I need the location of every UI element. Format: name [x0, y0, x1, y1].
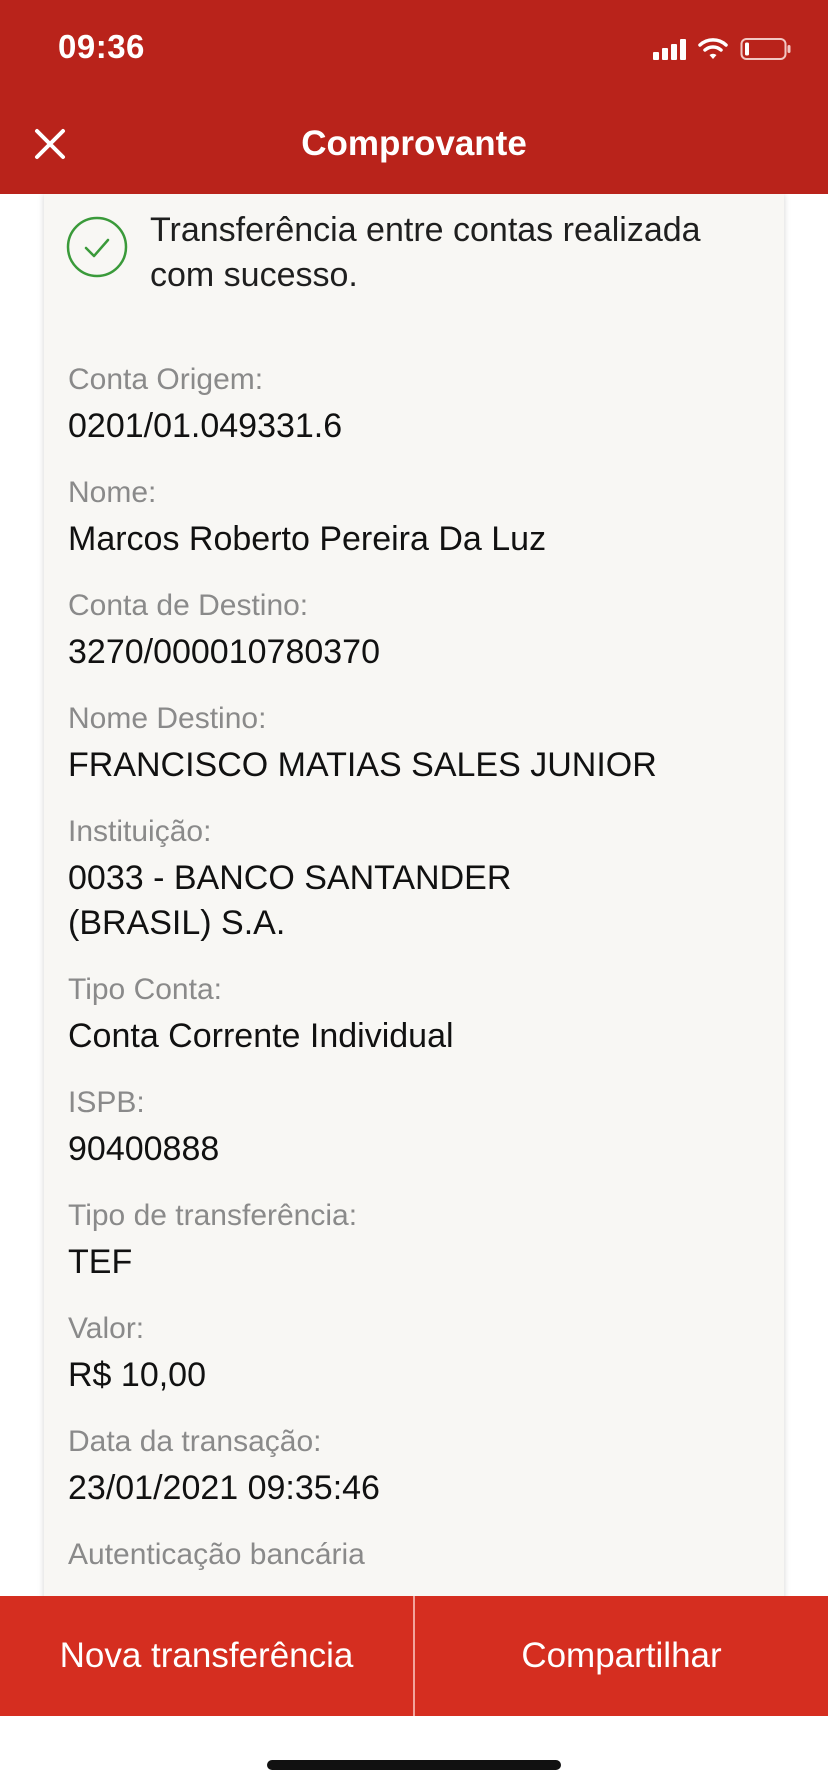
field-label: Tipo Conta:	[68, 973, 222, 1006]
field-instituicao: Instituição: 0033 - BANCO SANTANDER (BRA…	[68, 814, 768, 946]
field-value: TEF	[68, 1243, 133, 1281]
cellular-signal-icon	[653, 38, 686, 60]
field-value: Conta Corrente Individual	[68, 1017, 454, 1055]
status-time: 09:36	[58, 28, 145, 65]
action-bar: Nova transferência Compartilhar	[0, 1596, 828, 1716]
field-value: 23/01/2021 09:35:46	[68, 1469, 380, 1507]
receipt-card: Transferência entre contas realizada com…	[44, 194, 784, 1596]
field-label: Data da transação:	[68, 1425, 322, 1458]
field-conta-origem: Conta Origem: 0201/01.049331.6	[68, 362, 768, 449]
page-title: Comprovante	[301, 124, 527, 163]
success-banner: Transferência entre contas realizada com…	[66, 208, 764, 298]
field-value: Marcos Roberto Pereira Da Luz	[68, 520, 547, 558]
success-message: Transferência entre contas realizada com…	[150, 211, 701, 294]
field-label: Autenticação bancária	[68, 1538, 365, 1571]
battery-low-icon	[740, 38, 791, 60]
receipt-scroll-area[interactable]: Transferência entre contas realizada com…	[0, 194, 828, 1596]
share-button[interactable]: Compartilhar	[415, 1596, 828, 1716]
field-label: Conta Origem:	[68, 363, 264, 396]
field-label: Conta de Destino:	[68, 589, 309, 622]
field-label: Nome:	[68, 476, 157, 509]
top-bar: 09:36 Comprovante	[0, 0, 828, 194]
field-label: Nome Destino:	[68, 702, 267, 735]
status-icons	[653, 34, 792, 64]
home-indicator[interactable]	[267, 1760, 561, 1770]
field-label: Instituição:	[68, 815, 212, 848]
field-value: 90400888	[68, 1130, 220, 1168]
field-ispb: ISPB: 90400888	[68, 1085, 768, 1172]
field-autenticacao: Autenticação bancária	[68, 1537, 768, 1573]
field-value: FRANCISCO MATIAS SALES JUNIOR	[68, 746, 657, 784]
field-conta-destino: Conta de Destino: 3270/000010780370	[68, 588, 768, 675]
field-label: ISPB:	[68, 1086, 145, 1119]
field-value: 0201/01.049331.6	[68, 407, 343, 445]
wifi-icon	[698, 38, 728, 59]
new-transfer-button[interactable]: Nova transferência	[0, 1596, 413, 1716]
field-label: Tipo de transferência:	[68, 1199, 358, 1232]
field-tipo-conta: Tipo Conta: Conta Corrente Individual	[68, 972, 768, 1059]
receipt-fields: Conta Origem: 0201/01.049331.6 Nome: Mar…	[68, 362, 768, 1596]
field-tipo-transferencia: Tipo de transferência: TEF	[68, 1198, 768, 1285]
field-nome: Nome: Marcos Roberto Pereira Da Luz	[68, 475, 768, 562]
field-value: 0033 - BANCO SANTANDER (BRASIL) S.A.	[68, 859, 512, 942]
field-data-transacao: Data da transação: 23/01/2021 09:35:46	[68, 1424, 768, 1511]
field-nome-destino: Nome Destino: FRANCISCO MATIAS SALES JUN…	[68, 701, 768, 788]
check-circle-icon	[66, 216, 128, 278]
field-value: R$ 10,00	[68, 1356, 206, 1394]
field-valor: Valor: R$ 10,00	[68, 1311, 768, 1398]
field-value: 3270/000010780370	[68, 633, 380, 671]
field-label: Valor:	[68, 1312, 145, 1345]
